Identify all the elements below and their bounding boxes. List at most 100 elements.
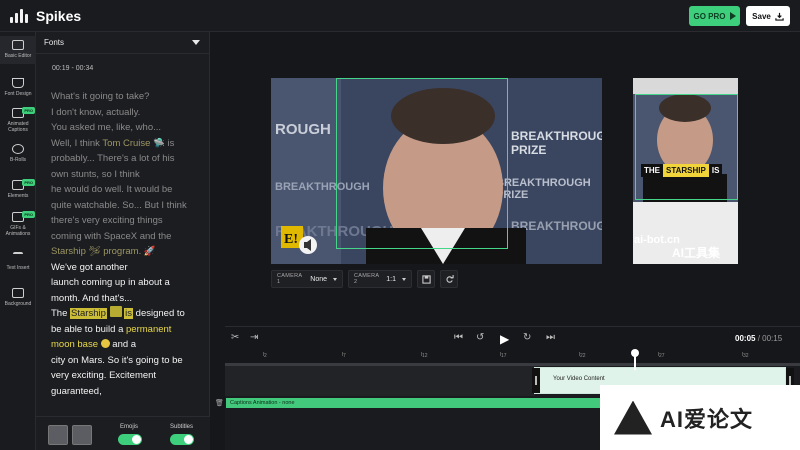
skip-forward-button[interactable]: ⏭ — [546, 332, 555, 343]
forward-button[interactable]: ↻ — [523, 332, 531, 343]
split-button[interactable]: ⇥ — [250, 332, 258, 343]
subtitles-label: Subtitles — [170, 424, 194, 430]
keyword-span: Tom Cruise — [102, 137, 151, 149]
scissors-icon: ✂ — [231, 332, 240, 343]
highlighted-word: is — [124, 308, 134, 319]
color-swatch[interactable] — [72, 425, 92, 445]
app-name: Spikes — [36, 8, 82, 24]
transcript-line[interactable]: What's it going to take? — [51, 89, 211, 105]
go-pro-button[interactable]: GO PRO — [689, 6, 740, 26]
tool-rail: Basic Editor Font Design PRO Animated Ca… — [0, 32, 36, 450]
playhead[interactable] — [631, 349, 639, 370]
play-icon: ▶ — [500, 332, 510, 346]
keyword-span: permanent — [126, 323, 172, 335]
rail-font-design[interactable]: Font Design — [0, 78, 36, 100]
subtitles-toggle[interactable] — [170, 434, 194, 445]
save-frame-button[interactable] — [417, 270, 435, 288]
transcript-line[interactable]: guaranteed, — [51, 384, 211, 400]
tick-label: 22 — [580, 353, 586, 359]
segment-time-range: 00:19 - 00:34 — [52, 65, 94, 72]
tick-label: 27 — [659, 353, 665, 359]
transcript-line[interactable]: quite watchable. So... But I think — [51, 198, 211, 214]
refresh-icon — [445, 274, 454, 283]
rail-label: Animated Captions — [7, 121, 29, 133]
emojis-label: Emojis — [120, 424, 139, 430]
svg-text:PRIZE: PRIZE — [511, 143, 546, 157]
transport-bar — [225, 326, 800, 348]
rail-animated-captions[interactable]: PRO Animated Captions — [0, 107, 36, 136]
rail-gifs[interactable]: PRO GIFs & Animations — [0, 211, 36, 240]
skip-back-button[interactable]: ⏮ — [454, 332, 463, 343]
timeline-ruler[interactable] — [225, 349, 800, 363]
camera1-value: None — [310, 275, 327, 283]
rail-b-rolls[interactable]: B-Rolls — [0, 144, 36, 166]
color-swatch[interactable] — [48, 425, 68, 445]
emojis-toggle[interactable] — [118, 434, 142, 445]
rail-label: B-Rolls — [9, 157, 27, 163]
transcript-line[interactable]: launch coming up in about a — [51, 275, 211, 291]
play-button[interactable]: ▶ — [500, 332, 509, 346]
scrub-track[interactable] — [225, 363, 800, 366]
rocket-icon — [109, 306, 122, 317]
transcript-line[interactable]: be able to build a permanent — [51, 322, 211, 338]
trash-icon[interactable]: 🗑 — [215, 399, 224, 407]
highlighted-word: Starship — [70, 308, 107, 319]
crop-selection-box[interactable] — [336, 78, 508, 249]
rail-label: GIFs & Animations — [5, 225, 31, 237]
transcript-line[interactable]: very exciting. Excitement — [51, 368, 211, 384]
camera1-label: CAMERA 1 — [277, 273, 303, 285]
go-pro-label: GO PRO — [693, 11, 726, 21]
skip-forward-icon: ⏭ — [546, 332, 555, 343]
transcript-line[interactable]: We've got another — [51, 260, 211, 276]
transcript-line[interactable]: Well, I think Tom Cruise 🛸 is — [51, 136, 211, 152]
rail-label: Basic Editor — [4, 53, 32, 59]
transcript-line[interactable]: You asked me, like, who... — [51, 120, 211, 136]
cut-button[interactable]: ✂ — [231, 332, 239, 343]
play-icon — [729, 12, 736, 20]
transcript-line[interactable]: probably... There's a lot of his — [51, 151, 211, 167]
text-span: Well, I think — [51, 137, 103, 149]
rail-elements[interactable]: PRO Elements — [0, 179, 36, 204]
text-span: 🛩 program. 🚀 — [85, 246, 156, 257]
preview-caption: THE STARSHIP IS — [641, 163, 723, 177]
moon-icon — [100, 339, 110, 348]
text-span: be able to build a — [51, 323, 127, 335]
caption-word: IS — [708, 163, 723, 177]
transcript-line[interactable]: I don't know, actually. — [51, 105, 211, 121]
b-roll-icon — [12, 144, 24, 154]
fonts-dropdown[interactable]: Fonts — [36, 32, 210, 54]
tick-label: 7 — [343, 353, 346, 359]
transcript-editor[interactable]: What's it going to take? I don't know, a… — [51, 89, 211, 399]
text-span: The — [51, 308, 71, 319]
transcript-line[interactable]: month. And that's... — [51, 291, 211, 307]
trim-handle-left[interactable] — [532, 368, 540, 393]
transcript-line[interactable]: own stunts, so I think — [51, 167, 211, 183]
camera2-label: CAMERA 2 — [354, 273, 380, 285]
rewind-button[interactable]: ↺ — [476, 332, 484, 343]
transcript-line[interactable]: Starship 🛩 program. 🚀 — [51, 244, 211, 260]
camera2-select[interactable]: CAMERA 2 1:1 — [348, 270, 412, 288]
split-icon: ⇥ — [250, 332, 259, 343]
panel-title: Fonts — [44, 38, 65, 47]
save-button[interactable]: Save — [746, 6, 790, 26]
app-logo[interactable]: Spikes — [10, 8, 81, 24]
rail-label: Background — [4, 301, 32, 307]
rail-basic-editor[interactable]: Basic Editor — [0, 36, 36, 64]
rail-background[interactable]: Background — [0, 288, 36, 312]
rail-text-insert[interactable]: Text Insert — [0, 252, 36, 276]
transcript-line[interactable]: coming with SpaceX and the — [51, 229, 211, 245]
chevron-down-icon — [402, 277, 406, 281]
swap-camera-button[interactable] — [440, 270, 458, 288]
rail-label: Elements — [7, 193, 29, 199]
transcript-line[interactable]: there's very exciting things — [51, 213, 211, 229]
captions-panel: Fonts 00:19 - 00:34 What's it going to t… — [36, 32, 210, 450]
keyword-span: moon base — [51, 339, 99, 350]
transcript-line[interactable]: he would do well. It would be — [51, 182, 211, 198]
watermark-logo-icon — [614, 400, 652, 435]
text-span: designed to — [133, 308, 185, 319]
transcript-line[interactable]: moon base and a — [51, 337, 211, 353]
text-icon — [13, 252, 23, 262]
transcript-line[interactable]: The Starship is designed to — [51, 306, 211, 322]
transcript-line[interactable]: city on Mars. So it's going to be — [51, 353, 211, 369]
camera1-select[interactable]: CAMERA 1 None — [271, 270, 343, 288]
